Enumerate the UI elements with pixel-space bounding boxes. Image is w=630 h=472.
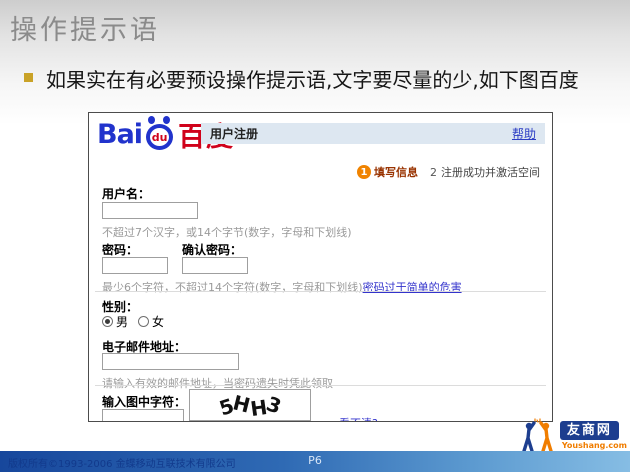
youshang-name-en: Youshang.com (562, 441, 627, 450)
baidu-paw-icon: du (143, 116, 177, 152)
captcha-refresh-link[interactable]: 看不清? (339, 415, 378, 422)
page-number: P6 (308, 454, 322, 467)
male-radio-label: 男 (116, 313, 128, 330)
youshang-wordmark: 友商网 Youshang.com (560, 421, 627, 450)
password-label: 密码： (102, 241, 138, 258)
captcha-label: 输入图中字符： (102, 393, 186, 410)
step2-label: 注册成功并激活空间 (441, 164, 540, 180)
paw-toe-icon (148, 116, 155, 124)
username-input[interactable] (102, 202, 198, 219)
youshang-logo: 友商网 Youshang.com (517, 418, 627, 452)
captcha-input[interactable] (102, 409, 184, 422)
username-hint: 不超过7个汉字，或14个字节(数字，字母和下划线) (102, 224, 352, 240)
footer-bar: 版权所有©1993-2006 金蝶移动互联技术有限公司 P6 (0, 451, 630, 472)
confirm-password-input[interactable] (182, 257, 248, 274)
section-divider (95, 385, 546, 386)
youshang-name-cn: 友商网 (560, 421, 619, 440)
baidu-register-panel: Bai du 百度 用户注册 帮助 1 填写信息 2 注册成功并激活空间 用户名… (88, 112, 553, 422)
slide: 操作提示语 如果实在有必要预设操作提示语,文字要尽量的少,如下图百度 Bai d… (0, 0, 630, 472)
captcha-image: 5 H H 3 (189, 389, 311, 421)
female-radio-label: 女 (152, 313, 164, 330)
female-radio[interactable] (138, 316, 149, 327)
baidu-logo-bai: Bai (97, 119, 142, 150)
email-input[interactable] (102, 353, 239, 370)
step1-badge: 1 (357, 165, 371, 179)
captcha-char: 3 (263, 391, 284, 418)
username-label: 用户名： (102, 185, 150, 202)
paw-toe-icon (163, 116, 170, 124)
male-radio[interactable] (102, 316, 113, 327)
register-header-bar: 用户注册 帮助 (201, 123, 545, 144)
step2-number: 2 (430, 166, 437, 179)
register-title: 用户注册 (210, 125, 258, 142)
confirm-password-label: 确认密码： (182, 241, 242, 258)
step-indicator: 1 填写信息 2 注册成功并激活空间 (357, 164, 540, 180)
help-link[interactable]: 帮助 (512, 125, 536, 142)
baidu-logo-du: du (146, 124, 173, 150)
password-hint: 最少6个字符，不超过14个字符(数字，字母和下划线)密码过于简单的危害 (102, 279, 462, 295)
password-input[interactable] (102, 257, 168, 274)
gender-radio-group: 男 女 (102, 313, 174, 330)
bullet-row: 如果实在有必要预设操作提示语,文字要尽量的少,如下图百度 (24, 64, 620, 93)
page-title: 操作提示语 (10, 8, 160, 47)
weak-password-link[interactable]: 密码过于简单的危害 (363, 281, 462, 294)
password-hint-text: 最少6个字符，不超过14个字符(数字，字母和下划线) (102, 281, 363, 294)
copyright-text: 版权所有©1993-2006 金蝶移动互联技术有限公司 (8, 455, 236, 470)
section-divider (95, 291, 546, 292)
youshang-figures-icon (517, 418, 559, 452)
step1-label: 填写信息 (374, 164, 418, 180)
bullet-text: 如果实在有必要预设操作提示语,文字要尽量的少,如下图百度 (46, 64, 579, 93)
bullet-marker-icon (24, 73, 33, 82)
